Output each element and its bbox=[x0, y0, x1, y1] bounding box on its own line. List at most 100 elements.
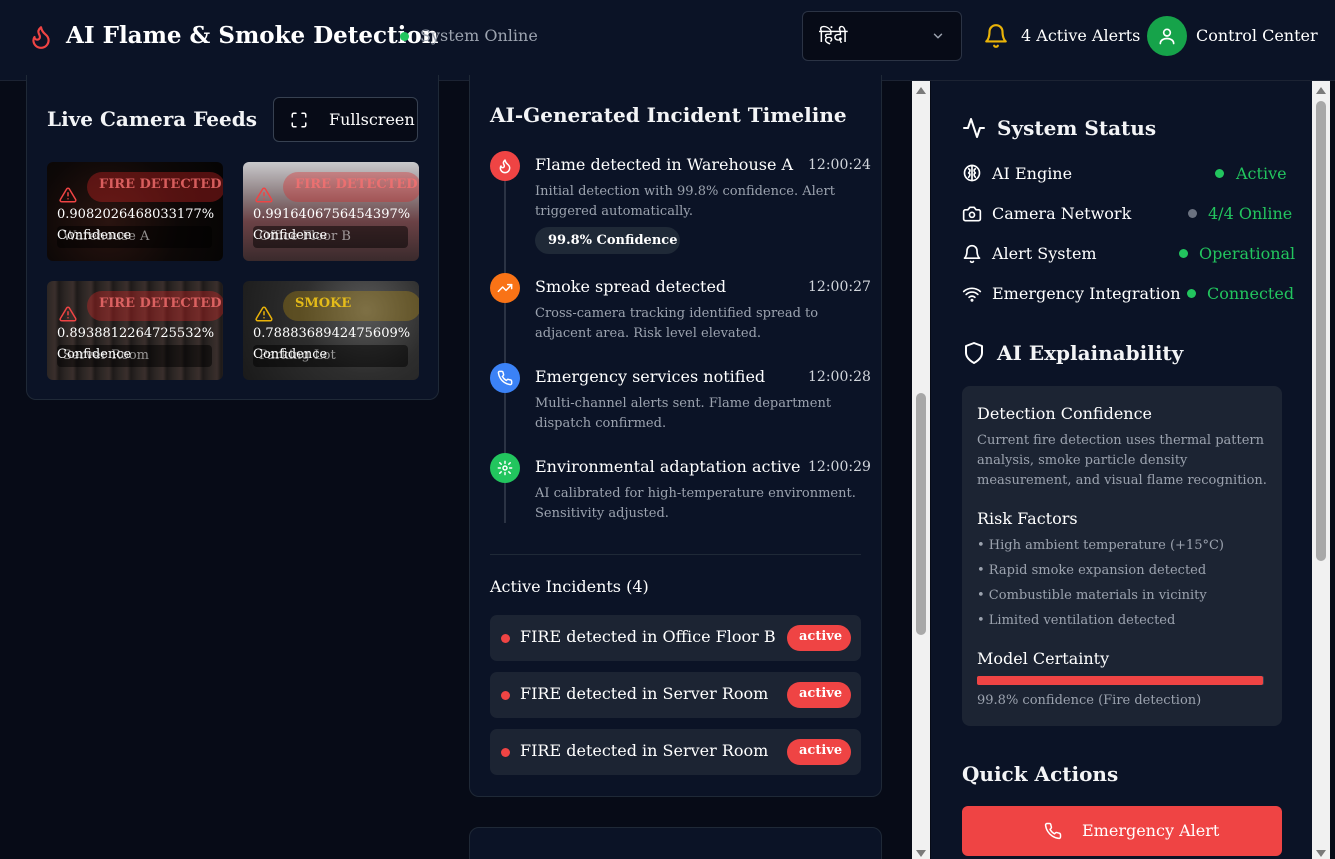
next-panel bbox=[469, 827, 882, 859]
status-label-emergency-integration: Emergency Integration bbox=[992, 284, 1181, 303]
scroll-down-arrow[interactable] bbox=[916, 850, 926, 857]
detection-badge: FIRE DETECTED bbox=[283, 172, 419, 202]
incident-text: FIRE detected in Server Room bbox=[520, 741, 769, 760]
model-certainty-fill bbox=[977, 676, 1264, 685]
quick-actions-title: Quick Actions bbox=[962, 762, 1119, 786]
flame-logo-icon bbox=[32, 26, 50, 49]
user-avatar[interactable] bbox=[1147, 16, 1187, 56]
model-certainty-heading: Model Certainty bbox=[977, 649, 1110, 668]
main-scrollbar[interactable] bbox=[912, 81, 930, 859]
warning-icon bbox=[59, 187, 77, 203]
timeline-event-time: 12:00:24 bbox=[808, 157, 871, 173]
language-select[interactable]: हिंदी bbox=[802, 11, 962, 61]
timeline-event-time: 12:00:29 bbox=[808, 459, 871, 475]
detection-badge: FIRE DETECTED bbox=[87, 172, 223, 202]
timeline-event-description: AI calibrated for high-temperature envir… bbox=[535, 486, 856, 521]
camera-feeds-title: Live Camera Feeds bbox=[47, 107, 257, 131]
timeline-event-time: 12:00:27 bbox=[808, 279, 871, 295]
camera-feed-server-room[interactable]: FIRE DETECTED Server Room 0.893881226472… bbox=[47, 281, 223, 380]
timeline-event-title: Smoke spread detected bbox=[535, 277, 727, 296]
scroll-down-arrow[interactable] bbox=[1316, 850, 1326, 857]
incident-status-dot bbox=[501, 748, 510, 757]
timeline-dot-smoke bbox=[490, 273, 520, 303]
scrollbar-thumb[interactable] bbox=[916, 393, 926, 635]
incident-status-badge: active bbox=[787, 625, 851, 651]
sidebar-scrollbar[interactable] bbox=[1312, 81, 1330, 859]
model-certainty-progress bbox=[977, 676, 1264, 685]
flame-icon bbox=[499, 159, 511, 174]
risk-factors-heading: Risk Factors bbox=[977, 509, 1078, 528]
detection-confidence-text: Current fire detection uses thermal patt… bbox=[977, 433, 1267, 488]
user-icon bbox=[1159, 28, 1175, 45]
maximize-icon bbox=[291, 112, 307, 128]
wifi-icon bbox=[962, 287, 982, 302]
status-value-ai-engine: Active bbox=[1236, 164, 1287, 183]
incident-text: FIRE detected in Server Room bbox=[520, 684, 769, 703]
trending-up-icon bbox=[497, 283, 513, 293]
camera-confidence-label: Confidence bbox=[253, 347, 328, 362]
camera-confidence-label: Confidence bbox=[57, 228, 132, 243]
status-label-ai-engine: AI Engine bbox=[992, 164, 1073, 183]
incident-status-badge: active bbox=[787, 739, 851, 765]
status-value-alert-system: Operational bbox=[1199, 244, 1296, 263]
bell-icon[interactable] bbox=[983, 22, 1009, 50]
camera-feed-warehouse-a[interactable]: FIRE DETECTED Warehouse A 0.908202646803… bbox=[47, 162, 223, 261]
timeline-dot-flame bbox=[490, 151, 520, 181]
emergency-alert-button[interactable]: Emergency Alert bbox=[962, 806, 1282, 856]
scroll-up-arrow[interactable] bbox=[916, 87, 926, 94]
status-dot bbox=[1179, 249, 1188, 258]
detection-badge: SMOKE bbox=[283, 291, 419, 321]
system-status-dot bbox=[400, 32, 409, 41]
system-status-title: System Status bbox=[997, 116, 1157, 140]
detection-confidence-heading: Detection Confidence bbox=[977, 404, 1153, 423]
warning-icon bbox=[255, 187, 273, 203]
bell-icon bbox=[963, 244, 981, 264]
fullscreen-button[interactable]: Fullscreen bbox=[273, 97, 418, 142]
status-dot bbox=[1188, 209, 1197, 218]
risk-factor-item: • Rapid smoke expansion detected bbox=[977, 563, 1207, 578]
confidence-badge: 99.8% Confidence bbox=[535, 227, 680, 254]
risk-factor-item: • High ambient temperature (+15°C) bbox=[977, 538, 1224, 553]
status-dot bbox=[1215, 169, 1224, 178]
activity-icon bbox=[963, 118, 985, 138]
status-dot bbox=[1187, 289, 1196, 298]
incident-row[interactable]: FIRE detected in Server Room active bbox=[490, 729, 861, 775]
ai-explainability-title: AI Explainability bbox=[997, 341, 1184, 365]
status-label-camera-network: Camera Network bbox=[992, 204, 1132, 223]
camera-feed-parking-lot[interactable]: SMOKE Parking Lot 0.7888368942475609% Co… bbox=[243, 281, 419, 380]
camera-confidence-label: Confidence bbox=[253, 228, 328, 243]
incident-row[interactable]: FIRE detected in Server Room active bbox=[490, 672, 861, 718]
emergency-alert-label: Emergency Alert bbox=[1082, 821, 1220, 840]
timeline-divider bbox=[490, 554, 861, 555]
incident-status-dot bbox=[501, 634, 510, 643]
timeline-event-time: 12:00:28 bbox=[808, 369, 871, 385]
scroll-up-arrow[interactable] bbox=[1316, 87, 1326, 94]
timeline-event-description: Cross-camera tracking identified spread … bbox=[535, 306, 819, 341]
timeline-event-title: Flame detected in Warehouse A bbox=[535, 155, 794, 174]
camera-feed-office-floor-b[interactable]: FIRE DETECTED Office Floor B 0.991640675… bbox=[243, 162, 419, 261]
chevron-down-icon bbox=[933, 33, 943, 39]
timeline-dot-environment bbox=[490, 453, 520, 483]
timeline-event-title: Emergency services notified bbox=[535, 367, 766, 386]
timeline-event-description: Initial detection with 99.8% confidence.… bbox=[535, 184, 835, 219]
status-label-alert-system: Alert System bbox=[992, 244, 1097, 263]
timeline-title: AI-Generated Incident Timeline bbox=[490, 103, 847, 127]
phone-icon bbox=[1044, 822, 1062, 840]
language-selected-value: हिंदी bbox=[819, 26, 848, 47]
shield-icon bbox=[965, 342, 983, 364]
timeline-dot-emergency bbox=[490, 363, 520, 393]
status-value-camera-network: 4/4 Online bbox=[1208, 204, 1293, 223]
scrollbar-thumb[interactable] bbox=[1316, 101, 1326, 561]
camera-confidence-label: Confidence bbox=[57, 347, 132, 362]
incident-status-badge: active bbox=[787, 682, 851, 708]
incident-status-dot bbox=[501, 691, 510, 700]
camera-confidence-value: 0.9916406756454397% bbox=[253, 207, 411, 222]
status-value-emergency-integration: Connected bbox=[1207, 284, 1295, 303]
phone-icon bbox=[497, 370, 513, 386]
app-title: AI Flame & Smoke Detection bbox=[66, 22, 439, 49]
camera-confidence-value: 0.8938812264725532% bbox=[57, 326, 215, 341]
user-name[interactable]: Control Center bbox=[1196, 26, 1318, 45]
incident-row[interactable]: FIRE detected in Office Floor B active bbox=[490, 615, 861, 661]
brain-icon bbox=[963, 164, 981, 182]
active-alerts-count[interactable]: 4 Active Alerts bbox=[1021, 26, 1140, 45]
